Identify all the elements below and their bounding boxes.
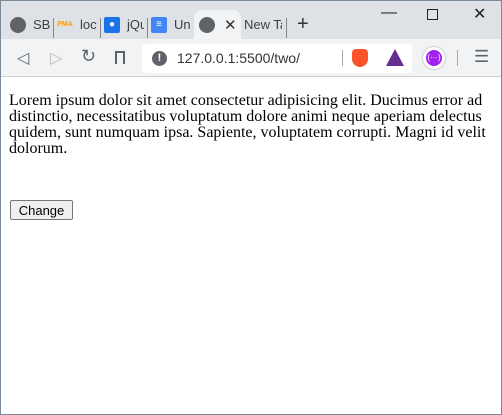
tab-sb[interactable]: SB xyxy=(10,10,50,39)
reload-icon[interactable]: ↻ xyxy=(81,46,96,67)
menu-icon[interactable]: ☰ xyxy=(474,47,489,67)
tab-separator xyxy=(100,18,101,38)
tab-title: SB xyxy=(33,17,50,32)
close-window-icon[interactable]: ✕ xyxy=(473,4,486,24)
tab-loc[interactable]: PMA loc xyxy=(57,10,97,39)
divider xyxy=(457,50,458,66)
phpmyadmin-icon: PMA xyxy=(57,21,73,28)
maximize-icon[interactable] xyxy=(427,9,438,20)
close-tab-icon[interactable]: ✕ xyxy=(224,16,237,34)
divider xyxy=(342,50,343,66)
lorem-paragraph: Lorem ipsum dolor sit amet consectetur a… xyxy=(9,92,486,157)
url-text[interactable]: 127.0.0.1:5500/two/ xyxy=(177,50,300,66)
tab-separator xyxy=(286,18,287,38)
back-icon[interactable]: ◁ xyxy=(17,48,29,68)
tab-title: jQu xyxy=(127,17,144,32)
new-tab-icon[interactable]: + xyxy=(297,13,309,36)
tab-active[interactable]: ✕ xyxy=(194,10,241,39)
tab-title: loc xyxy=(80,17,97,32)
toolbar: ◁ ▷ ↻ ! 127.0.0.1:5500/two/ (···) ☰ xyxy=(1,39,501,77)
globe-icon xyxy=(10,16,26,33)
tab-new-tab[interactable]: New Ta xyxy=(244,10,282,39)
tab-separator xyxy=(53,18,54,38)
bookmark-icon[interactable] xyxy=(115,51,125,64)
brave-icon[interactable] xyxy=(352,49,368,67)
tab-title: New Ta xyxy=(244,17,282,32)
change-button[interactable]: Change xyxy=(10,200,73,220)
info-icon[interactable]: ! xyxy=(152,51,167,66)
contacts-icon: ● xyxy=(104,16,120,33)
tab-strip: SB PMA loc ● jQu ≡ Un ✕ New Ta + — ✕ xyxy=(1,1,501,39)
tab-untitled[interactable]: ≡ Un xyxy=(151,10,191,39)
tab-title: Un xyxy=(174,17,191,32)
docs-icon: ≡ xyxy=(151,16,167,33)
minimize-icon[interactable]: — xyxy=(381,4,397,22)
forward-icon[interactable]: ▷ xyxy=(50,48,62,68)
tab-jquery[interactable]: ● jQu xyxy=(104,10,144,39)
address-bar[interactable]: ! 127.0.0.1:5500/two/ xyxy=(142,44,412,73)
tab-separator xyxy=(147,18,148,38)
bat-rewards-icon[interactable] xyxy=(386,49,404,66)
globe-icon xyxy=(199,16,215,33)
extension-icon[interactable]: (···) xyxy=(423,47,445,69)
